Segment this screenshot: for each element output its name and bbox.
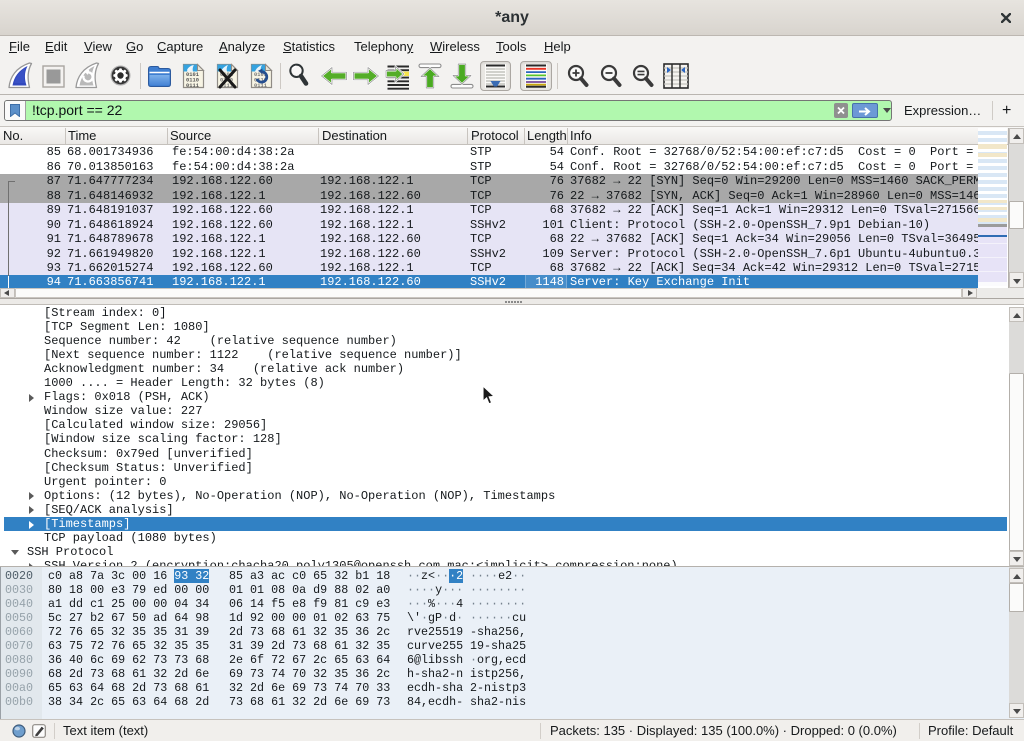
svg-text:0111: 0111 — [186, 83, 199, 89]
svg-text:0111: 0111 — [254, 83, 267, 89]
